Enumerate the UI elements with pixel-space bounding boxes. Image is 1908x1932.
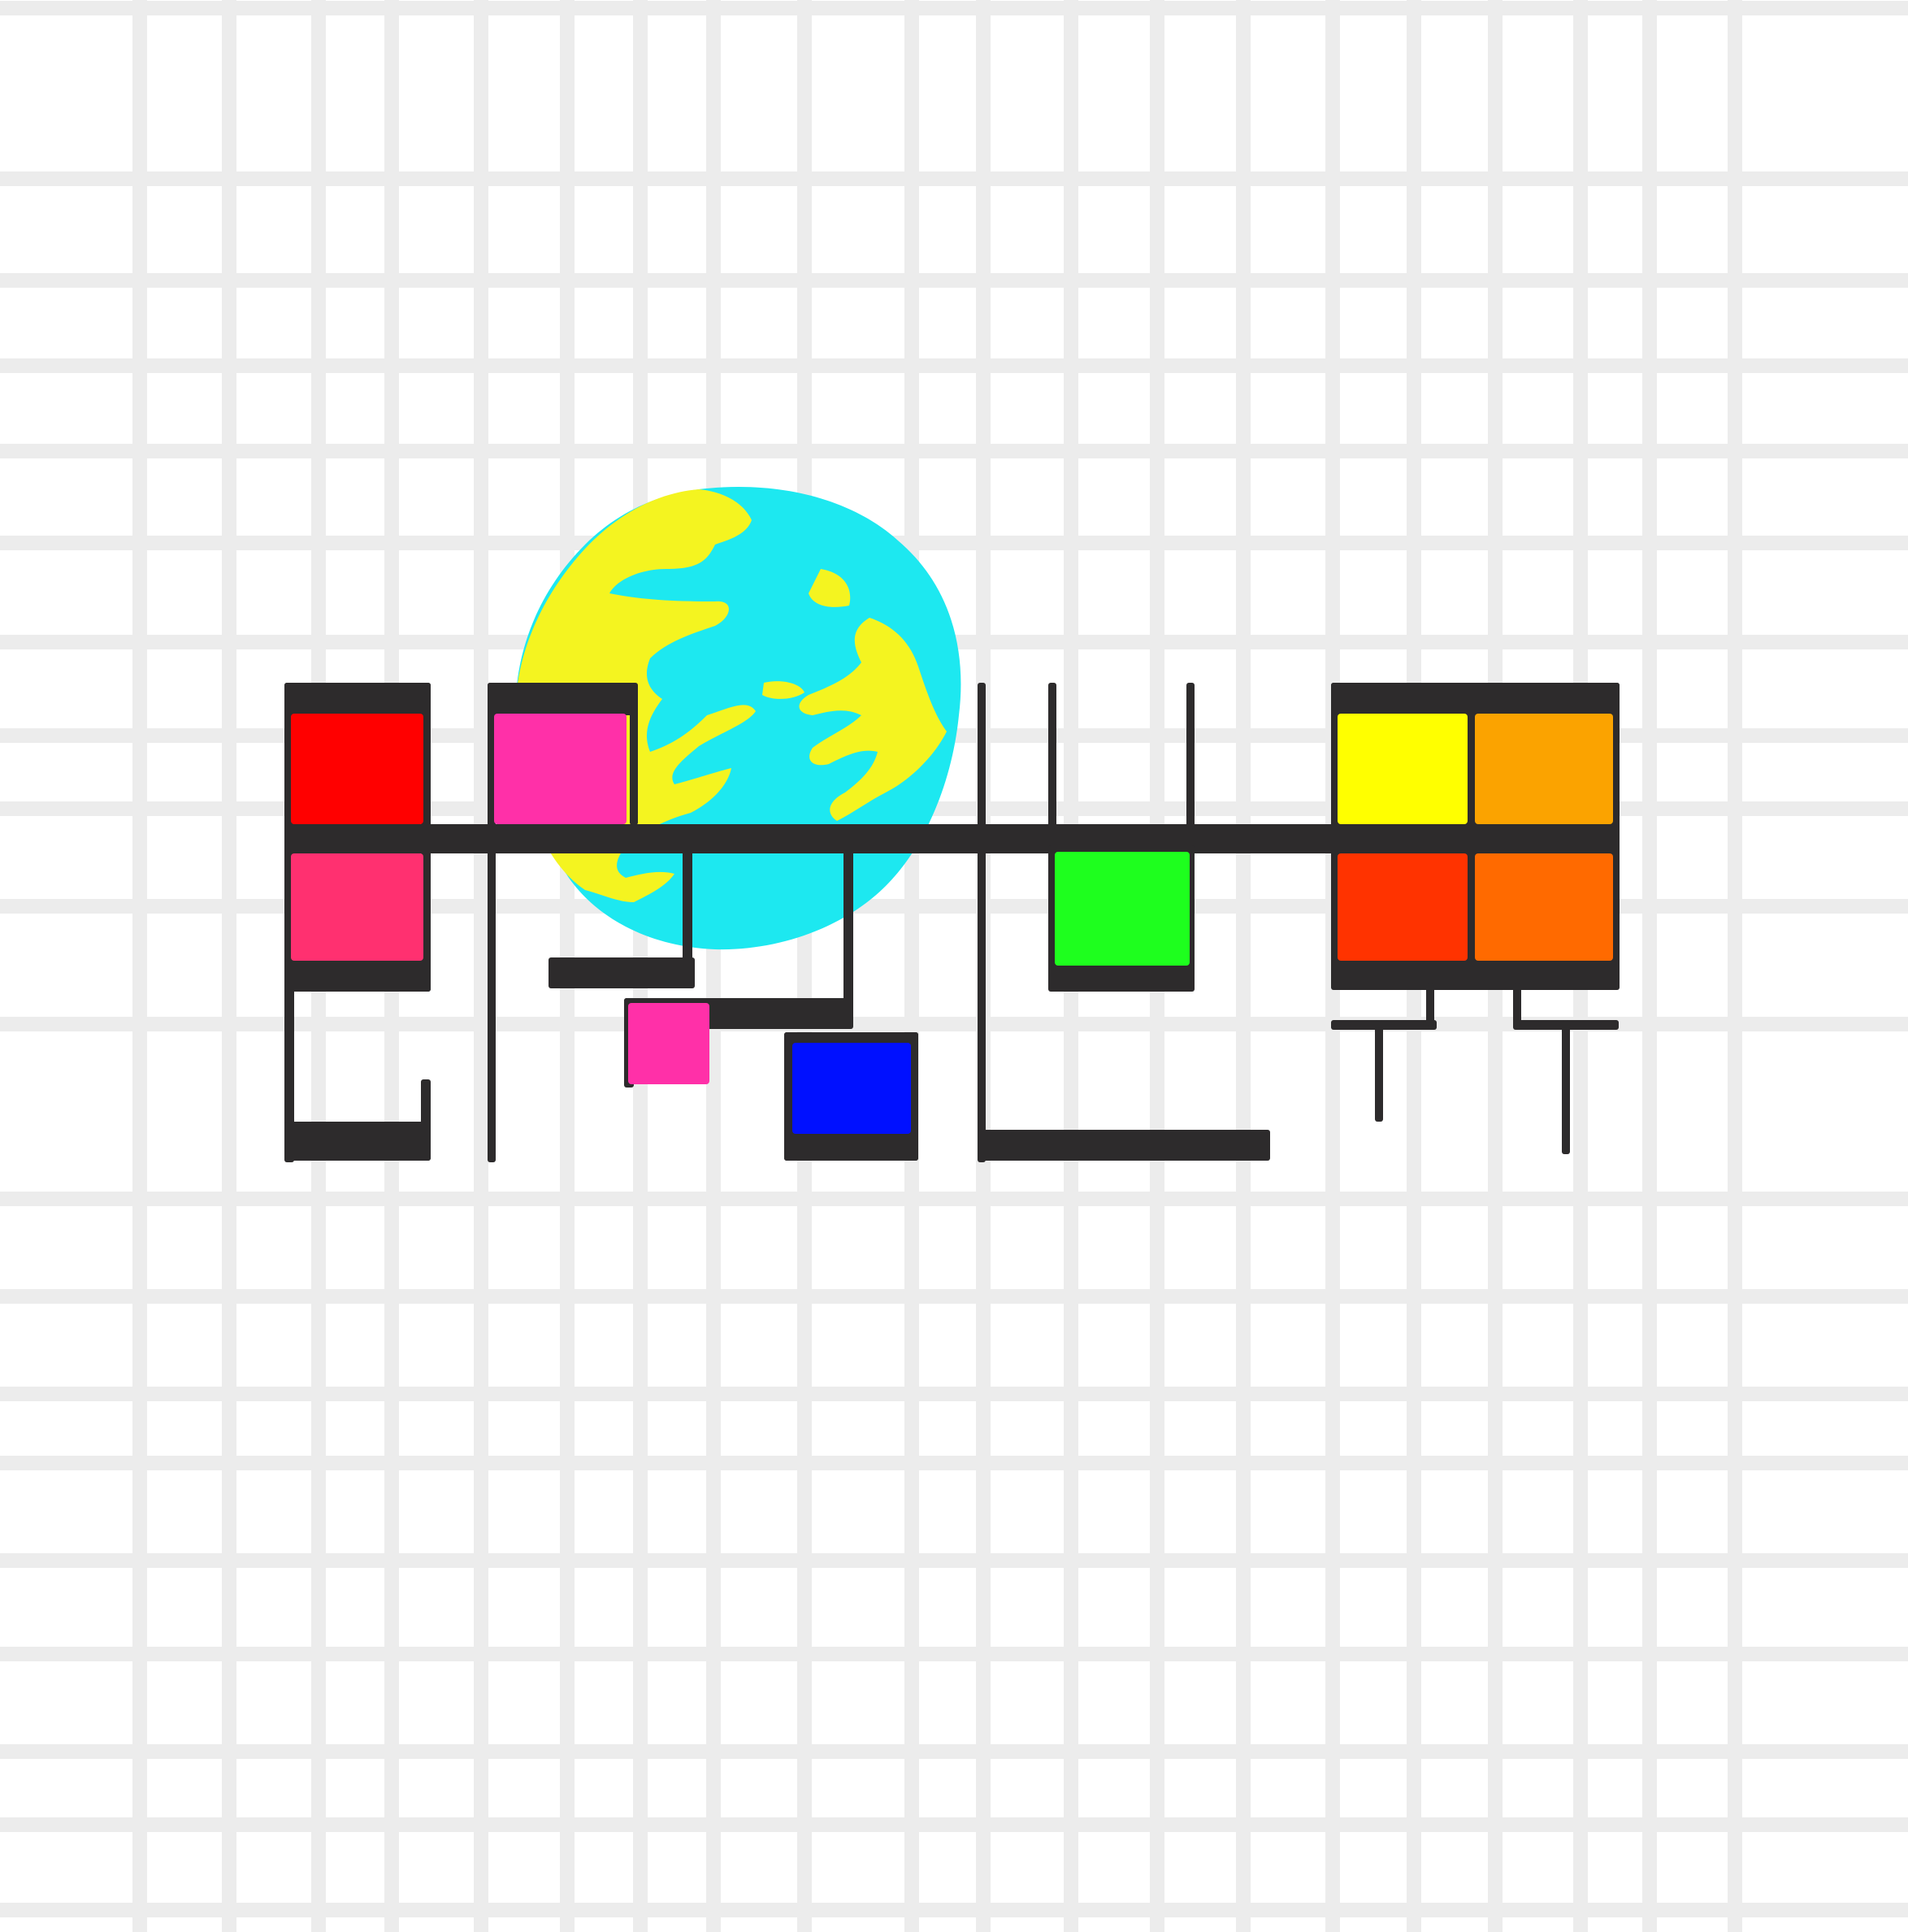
grid-line-vertical: [222, 0, 236, 1932]
frame-bar: [549, 957, 695, 988]
grid-line-vertical: [1642, 0, 1657, 1932]
grid-line-vertical: [904, 0, 919, 1932]
frame-bar: [1331, 1020, 1437, 1030]
frame-bar: [284, 1122, 431, 1161]
tile-amber: [1475, 714, 1613, 824]
frame-bar: [630, 683, 638, 825]
logo-artwork: [0, 0, 1908, 1932]
tile-blue: [792, 1043, 911, 1134]
frame-bar: [488, 683, 634, 715]
tile-orange-red: [1338, 853, 1468, 961]
grid-line-vertical: [132, 0, 147, 1932]
grid-line-vertical: [706, 0, 721, 1932]
tile-pink-small: [628, 1003, 709, 1084]
grid-line-horizontal: [0, 444, 1908, 458]
grid-line-horizontal: [0, 273, 1908, 288]
frame-bar: [1513, 983, 1521, 1026]
frame-bar: [284, 683, 431, 715]
grid-line-horizontal: [0, 358, 1908, 373]
grid-line-horizontal: [0, 1192, 1908, 1206]
grid-line-horizontal: [0, 1744, 1908, 1759]
frame-bar: [683, 824, 692, 987]
grid-line-horizontal: [0, 1553, 1908, 1568]
artwork-canvas: [0, 0, 1908, 1932]
frame-bar: [1426, 983, 1434, 1026]
grid-line-horizontal: [0, 1817, 1908, 1832]
frame-bar: [978, 683, 986, 1162]
grid-line-vertical: [1728, 0, 1742, 1932]
tile-yellow: [1338, 714, 1468, 824]
frame-bar: [284, 959, 431, 992]
grid-line-vertical: [1236, 0, 1251, 1932]
grid-line-horizontal: [0, 1647, 1908, 1661]
grid-line-vertical: [797, 0, 812, 1932]
frame-bar: [1048, 683, 1056, 829]
grid-line-vertical: [474, 0, 488, 1932]
frame-bar: [421, 1079, 431, 1161]
grid-line-horizontal: [0, 1289, 1908, 1304]
tile-orange: [1475, 853, 1613, 961]
frame-bar: [978, 1130, 1270, 1161]
frame-bar: [1562, 1020, 1570, 1154]
frame-bar: [1186, 683, 1195, 829]
grid-line-horizontal: [0, 1456, 1908, 1470]
grid-line-horizontal: [0, 1387, 1908, 1401]
grid-line-horizontal: [0, 536, 1908, 550]
grid-line-horizontal: [0, 1903, 1908, 1917]
tile-magenta: [494, 714, 627, 824]
grid-line-horizontal: [0, 171, 1908, 186]
tile-green: [1055, 852, 1190, 966]
tile-red: [291, 714, 423, 824]
frame-bar: [843, 824, 853, 1027]
frame-bar: [1375, 1020, 1383, 1122]
grid-line-horizontal: [0, 1, 1908, 15]
tile-rose: [291, 853, 423, 961]
